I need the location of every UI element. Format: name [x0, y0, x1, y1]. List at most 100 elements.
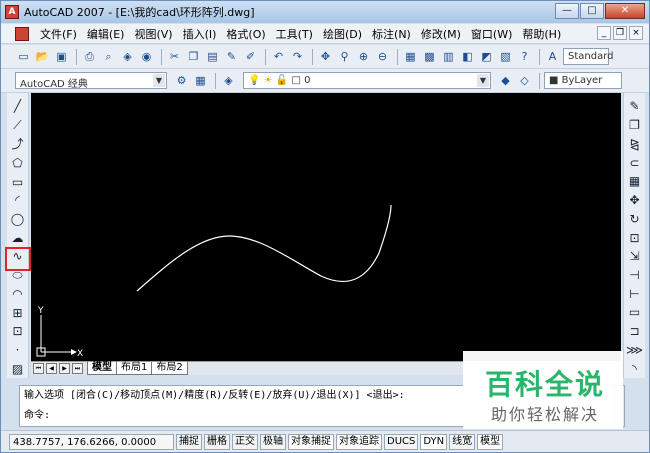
publish-icon[interactable]: ◈ [119, 48, 136, 65]
cut-icon[interactable]: ✂ [166, 48, 183, 65]
stretch-icon[interactable]: ⇲ [626, 248, 644, 265]
offset-icon[interactable]: ⊂ [626, 154, 644, 171]
chevron-down-icon[interactable]: ▼ [477, 74, 489, 87]
workspace-settings-icon[interactable]: ⚙ [173, 72, 190, 89]
doc-close-button[interactable]: × [629, 26, 643, 40]
lineweight-toggle[interactable]: 线宽 [449, 433, 476, 450]
close-button[interactable]: ✕ [605, 3, 645, 19]
chevron-down-icon[interactable]: ▼ [153, 74, 165, 87]
paste-icon[interactable]: ▤ [204, 48, 221, 65]
array-icon[interactable]: ▦ [626, 173, 644, 190]
menu-tools[interactable]: 工具(T) [271, 26, 318, 42]
mirror-icon[interactable]: ⧎ [626, 135, 644, 152]
otrack-toggle[interactable]: 对象追踪 [336, 433, 382, 450]
pan-icon[interactable]: ✥ [317, 48, 334, 65]
markup-icon[interactable]: ◩ [478, 48, 495, 65]
print-preview-icon[interactable]: ⌕ [100, 48, 117, 65]
copy-icon[interactable]: ❐ [626, 117, 644, 134]
title-bar[interactable]: A AutoCAD 2007 - [E:\我的cad\环形阵列.dwg] — □… [1, 1, 649, 23]
dyn-toggle[interactable]: DYN [420, 433, 448, 450]
my-workspace-icon[interactable]: ▦ [192, 72, 209, 89]
redo-icon[interactable]: ↷ [289, 48, 306, 65]
drawing-canvas[interactable]: Y X [31, 93, 621, 361]
insert-block-icon[interactable]: ⊞ [9, 304, 27, 321]
fillet-icon[interactable]: ◝ [626, 360, 644, 377]
doc-restore-button[interactable]: ❐ [613, 26, 627, 40]
extend-icon[interactable]: ⊢ [626, 285, 644, 302]
document-icon[interactable] [15, 26, 29, 41]
sheet-set-icon[interactable]: ◧ [459, 48, 476, 65]
first-tab-icon[interactable]: ⏮ [33, 363, 44, 374]
tab-layout1[interactable]: 布局1 [116, 362, 153, 375]
zoom-realtime-icon[interactable]: ⚲ [336, 48, 353, 65]
tab-layout2[interactable]: 布局2 [151, 362, 188, 375]
properties-icon[interactable]: ▦ [402, 48, 419, 65]
polyline-icon[interactable]: ⤴ [9, 135, 27, 152]
line-icon[interactable]: ╱ [9, 98, 27, 115]
scale-icon[interactable]: ⊡ [626, 229, 644, 246]
text-style-select[interactable]: Standard [563, 48, 614, 65]
last-tab-icon[interactable]: ⏭ [72, 363, 83, 374]
move-icon[interactable]: ✥ [626, 192, 644, 209]
polar-toggle[interactable]: 极轴 [260, 433, 286, 450]
erase-icon[interactable]: ✎ [626, 98, 644, 115]
3d-dwf-icon[interactable]: ◉ [138, 48, 155, 65]
model-toggle[interactable]: 模型 [477, 433, 504, 450]
point-icon[interactable]: · [9, 342, 27, 359]
maximize-button[interactable]: □ [580, 3, 604, 19]
text-style-icon[interactable]: A [544, 48, 561, 65]
ducs-toggle[interactable]: DUCS [384, 433, 419, 450]
block-editor-icon[interactable]: ✐ [242, 48, 259, 65]
break-icon[interactable]: ▭ [626, 304, 644, 321]
design-center-icon[interactable]: ▩ [421, 48, 438, 65]
make-object-layer-current-icon[interactable]: ◆ [497, 72, 514, 89]
zoom-window-icon[interactable]: ⊕ [355, 48, 372, 65]
menu-view[interactable]: 视图(V) [129, 26, 177, 42]
layer-previous-icon[interactable]: ◇ [516, 72, 533, 89]
make-block-icon[interactable]: ⊡ [9, 323, 27, 340]
menu-insert[interactable]: 插入(I) [178, 26, 222, 42]
copy-clip-icon[interactable]: ❐ [185, 48, 202, 65]
calculator-icon[interactable]: ▧ [497, 48, 514, 65]
zoom-previous-icon[interactable]: ⊖ [374, 48, 391, 65]
menu-help[interactable]: 帮助(H) [517, 26, 566, 42]
ortho-toggle[interactable]: 正交 [232, 433, 258, 450]
rotate-icon[interactable]: ↻ [626, 210, 644, 227]
menu-draw[interactable]: 绘图(D) [318, 26, 367, 42]
arc-icon[interactable]: ◜ [9, 192, 27, 209]
osnap-toggle[interactable]: 对象捕捉 [288, 433, 334, 450]
doc-minimize-button[interactable]: _ [597, 26, 611, 40]
snap-toggle[interactable]: 捕捉 [176, 433, 202, 450]
menu-edit[interactable]: 编辑(E) [82, 26, 130, 42]
hatch-icon[interactable]: ▨ [9, 360, 27, 377]
print-icon[interactable]: ⎙ [81, 48, 98, 65]
menu-file[interactable]: 文件(F) [35, 26, 82, 42]
new-icon[interactable]: ▭ [15, 48, 32, 65]
save-icon[interactable]: ▣ [53, 48, 70, 65]
undo-icon[interactable]: ↶ [270, 48, 287, 65]
tool-palettes-icon[interactable]: ▥ [440, 48, 457, 65]
menu-modify[interactable]: 修改(M) [416, 26, 466, 42]
polygon-icon[interactable]: ⬠ [9, 154, 27, 171]
trim-icon[interactable]: ⊣ [626, 267, 644, 284]
color-select[interactable]: ■ ByLayer [544, 72, 622, 89]
chamfer-icon[interactable]: ⋙ [626, 342, 644, 359]
layer-properties-icon[interactable]: ◈ [220, 72, 237, 89]
open-icon[interactable]: 📂 [34, 48, 51, 65]
rectangle-icon[interactable]: ▭ [9, 173, 27, 190]
help-icon[interactable]: ? [516, 48, 533, 65]
tab-model[interactable]: 模型 [87, 362, 117, 375]
revision-cloud-icon[interactable]: ☁ [9, 229, 27, 246]
layer-select[interactable]: 💡 ☀ 🔓 □ 0 ▼ [243, 72, 491, 89]
join-icon[interactable]: ⊐ [626, 323, 644, 340]
menu-window[interactable]: 窗口(W) [466, 26, 517, 42]
coordinates-readout[interactable]: 438.7757, 176.6266, 0.0000 [9, 433, 174, 450]
circle-icon[interactable]: ◯ [9, 211, 27, 228]
ellipse-arc-icon[interactable]: ◠ [9, 285, 27, 302]
construction-line-icon[interactable]: ⟋ [9, 117, 27, 134]
prev-tab-icon[interactable]: ◀ [46, 363, 57, 374]
next-tab-icon[interactable]: ▶ [59, 363, 70, 374]
workspace-select[interactable]: AutoCAD 经典 ▼ [15, 72, 167, 90]
match-properties-icon[interactable]: ✎ [223, 48, 240, 65]
menu-format[interactable]: 格式(O) [221, 26, 270, 42]
